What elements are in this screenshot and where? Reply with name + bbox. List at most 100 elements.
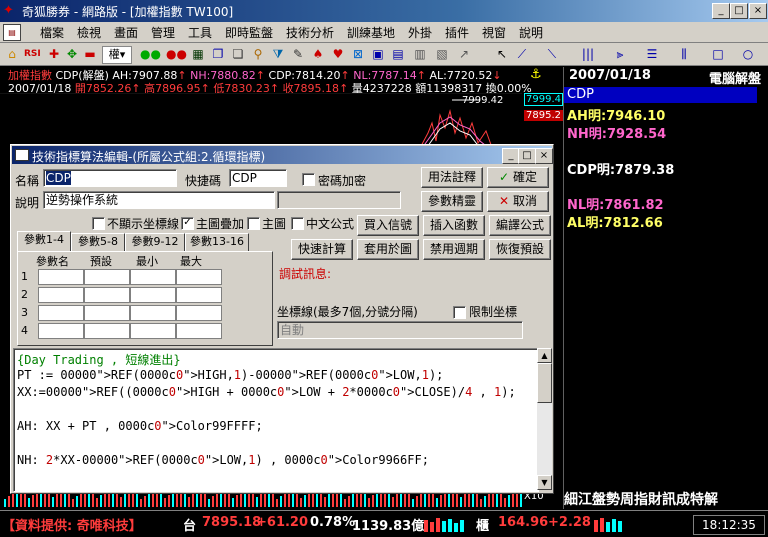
- panel-selected-indicator[interactable]: CDP: [564, 87, 757, 103]
- tab-params-1-4[interactable]: 參數1-4: [17, 231, 71, 252]
- scroll-thumb[interactable]: [537, 363, 552, 403]
- menu-tools[interactable]: 工具: [188, 24, 212, 41]
- alarm-icon[interactable]: ♠: [310, 46, 326, 62]
- chinese-formula-checkbox[interactable]: [291, 217, 304, 230]
- weight-select[interactable]: 權▾: [102, 46, 132, 64]
- bars-icon[interactable]: ⫼: [676, 46, 692, 62]
- tab-params-9-12[interactable]: 參數9-12: [125, 233, 185, 252]
- confirm-button[interactable]: ✓ 確定: [487, 167, 549, 188]
- grid-cell[interactable]: [176, 323, 222, 339]
- menu-manage[interactable]: 管理: [151, 24, 175, 41]
- grid-cell[interactable]: [84, 287, 130, 303]
- draw-line-icon[interactable]: ⟋: [514, 46, 530, 62]
- dialog-title-bar[interactable]: 技術指標算法編輯-(所屬公式組:2.循環指標) _ □ ×: [12, 146, 553, 164]
- close-button[interactable]: ×: [749, 3, 767, 19]
- grid-cell[interactable]: [38, 323, 84, 339]
- param-wizard-button[interactable]: 參數精靈: [421, 191, 483, 212]
- home-icon[interactable]: ⌂: [4, 46, 20, 62]
- menu-plugins[interactable]: 插件: [445, 24, 469, 41]
- grid-cell[interactable]: [38, 287, 84, 303]
- panel-cdp: CDP明:7879.38: [567, 163, 675, 178]
- buy-signal-button[interactable]: 買入信號: [357, 215, 419, 236]
- dialog-maximize-button[interactable]: □: [518, 148, 536, 164]
- password-checkbox[interactable]: [302, 173, 315, 186]
- usage-notes-button[interactable]: 用法註釋: [421, 167, 483, 188]
- cancel-button[interactable]: ✕ 取消: [487, 191, 549, 212]
- menu-tech-analysis[interactable]: 技術分析: [286, 24, 334, 41]
- main-overlay-checkbox[interactable]: ✓: [181, 217, 194, 230]
- editor-scrollbar[interactable]: ▲ ▼: [537, 348, 552, 490]
- window-title-bar[interactable]: ✦ 奇狐勝券 - 網路版 - [加權指數 TW100] _ □ ×: [0, 0, 768, 22]
- zoom-out-icon[interactable]: ▬: [82, 46, 98, 62]
- fan-icon[interactable]: ⫸: [612, 46, 628, 62]
- ellipse-icon[interactable]: ○: [740, 46, 756, 62]
- line-chart-icon[interactable]: ↗: [456, 46, 472, 62]
- person-icon[interactable]: ♥: [330, 46, 346, 62]
- grid-cell[interactable]: [38, 269, 84, 285]
- layout-icon[interactable]: ▤: [390, 46, 406, 62]
- tab-params-5-8[interactable]: 參數5-8: [71, 233, 125, 252]
- cursor-icon[interactable]: ↖: [494, 46, 510, 62]
- menu-view[interactable]: 檢視: [77, 24, 101, 41]
- grid-cell[interactable]: [176, 305, 222, 321]
- indicator-red-icon[interactable]: ●●: [166, 46, 187, 62]
- window-icon[interactable]: ▣: [370, 46, 386, 62]
- info-icon[interactable]: ⊠: [350, 46, 366, 62]
- restore-default-button[interactable]: 恢復預設: [489, 239, 551, 260]
- name-input[interactable]: CDP: [43, 169, 177, 187]
- grid-cell[interactable]: [176, 269, 222, 285]
- grid-cell[interactable]: [84, 305, 130, 321]
- desc-extra-field[interactable]: [277, 191, 401, 209]
- cascade-icon[interactable]: ▧: [434, 46, 450, 62]
- hide-axis-checkbox[interactable]: [92, 217, 105, 230]
- book-icon[interactable]: ❐: [210, 46, 226, 62]
- grid-cell[interactable]: [130, 323, 176, 339]
- disable-period-button[interactable]: 禁用週期: [423, 239, 485, 260]
- menu-window[interactable]: 視窗: [482, 24, 506, 41]
- grid-cell[interactable]: [176, 287, 222, 303]
- grid-cell[interactable]: [130, 269, 176, 285]
- copy-icon[interactable]: ❏: [230, 46, 246, 62]
- grid-cell[interactable]: [84, 323, 130, 339]
- grid-cell[interactable]: [84, 269, 130, 285]
- tile-icon[interactable]: ▥: [412, 46, 428, 62]
- desc-input[interactable]: 逆勢操作系統: [43, 191, 275, 209]
- menu-help[interactable]: 說明: [519, 24, 543, 41]
- zoom-in-icon[interactable]: ✚: [46, 46, 62, 62]
- main-chart-checkbox[interactable]: [247, 217, 260, 230]
- compile-formula-button[interactable]: 編譯公式: [489, 215, 551, 236]
- minimize-button[interactable]: _: [712, 3, 730, 19]
- filter-icon[interactable]: ⧩: [270, 46, 286, 62]
- tab-params-13-16[interactable]: 參數13-16: [185, 233, 249, 252]
- vertical-lines-icon[interactable]: |||: [580, 46, 596, 62]
- quick-calc-button[interactable]: 快速計算: [291, 239, 353, 260]
- menu-file[interactable]: 檔案: [40, 24, 64, 41]
- grid-cell[interactable]: [130, 305, 176, 321]
- scroll-up-icon[interactable]: ▲: [537, 348, 552, 363]
- formula-code-editor[interactable]: {Day Trading , 短線進出} PT := 00000">REF(00…: [13, 348, 539, 492]
- grid-cell[interactable]: [130, 287, 176, 303]
- maximize-button[interactable]: □: [730, 3, 748, 19]
- move-icon[interactable]: ✥: [64, 46, 80, 62]
- settings-icon[interactable]: ✎: [290, 46, 306, 62]
- dialog-close-button[interactable]: ×: [535, 148, 553, 164]
- rectangle-icon[interactable]: □: [710, 46, 726, 62]
- menu-training[interactable]: 訓練基地: [347, 24, 395, 41]
- insert-function-button[interactable]: 插入函數: [423, 215, 485, 236]
- indicator-green-icon[interactable]: ●●: [140, 46, 161, 62]
- menu-plugin-ext[interactable]: 外掛: [408, 24, 432, 41]
- trend-line-icon[interactable]: ⟍: [544, 46, 560, 62]
- scroll-down-icon[interactable]: ▼: [537, 475, 552, 490]
- pin-icon[interactable]: ⚲: [250, 46, 266, 62]
- shortcut-input[interactable]: CDP: [229, 169, 287, 187]
- apply-to-chart-button[interactable]: 套用於圖: [357, 239, 419, 260]
- menu-live-monitor[interactable]: 即時監盤: [225, 24, 273, 41]
- grid-cell[interactable]: [38, 305, 84, 321]
- hlines-icon[interactable]: ☰: [644, 46, 660, 62]
- rsi-icon[interactable]: RSI: [24, 46, 41, 62]
- limit-axis-checkbox[interactable]: [453, 306, 466, 319]
- menu-screen[interactable]: 畫面: [114, 24, 138, 41]
- axis-lines-input[interactable]: 自動: [277, 321, 523, 339]
- app-menu-icon[interactable]: ▤: [3, 24, 21, 41]
- chart-grid-icon[interactable]: ▦: [190, 46, 206, 62]
